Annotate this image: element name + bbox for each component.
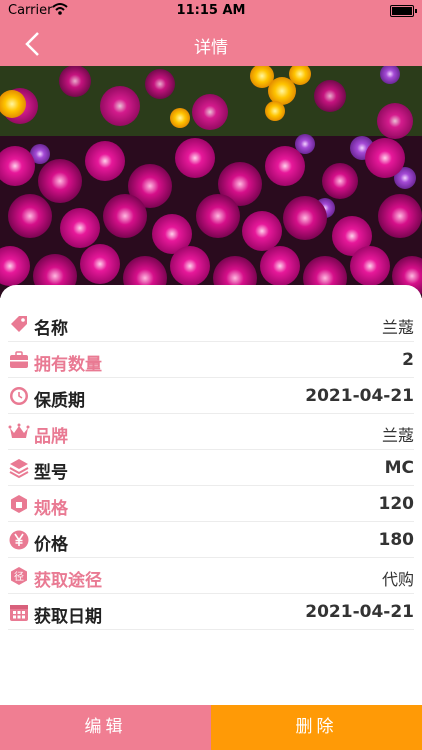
detail-row-price: 价格 180 <box>8 522 414 558</box>
detail-label: 品牌 <box>34 427 68 447</box>
detail-label: 价格 <box>34 535 68 555</box>
svg-text:径: 径 <box>14 570 24 583</box>
status-bar: Carrier 11:15 AM <box>0 0 422 22</box>
navigation-bar: 详情 <box>0 22 422 66</box>
flower-photo-illustration <box>0 66 422 298</box>
clock-icon <box>10 387 28 405</box>
detail-value: 兰蔻 <box>381 318 414 337</box>
page-title: 详情 <box>194 38 228 58</box>
detail-value: 2021-04-21 <box>305 386 414 406</box>
detail-label: 规格 <box>34 499 68 519</box>
detail-label: 获取日期 <box>34 607 102 627</box>
detail-label: 型号 <box>34 463 68 483</box>
detail-value: 2021-04-21 <box>305 602 414 622</box>
detail-value: 兰蔻 <box>381 426 414 445</box>
box-icon <box>11 495 27 513</box>
detail-label: 获取途径 <box>34 571 102 591</box>
detail-card: 名称 兰蔻 拥有数量 2 保质期 2021-04-21 品牌 兰蔻 型号 MC … <box>0 285 422 705</box>
detail-label: 保质期 <box>34 391 85 411</box>
detail-label: 名称 <box>34 319 68 339</box>
detail-label: 拥有数量 <box>34 355 102 375</box>
edit-button[interactable]: 编辑 <box>0 705 211 750</box>
briefcase-icon <box>10 351 28 368</box>
battery-icon <box>390 5 417 17</box>
detail-row-quantity: 拥有数量 2 <box>8 342 414 378</box>
calendar-icon <box>10 605 28 621</box>
detail-row-name: 名称 兰蔻 <box>8 306 414 342</box>
detail-row-acquired-date: 获取日期 2021-04-21 <box>8 594 414 630</box>
delete-button[interactable]: 删除 <box>211 705 422 750</box>
detail-value: 代购 <box>381 570 414 589</box>
detail-row-model: 型号 MC <box>8 450 414 486</box>
detail-row-brand: 品牌 兰蔻 <box>8 414 414 450</box>
detail-value: MC <box>384 458 414 478</box>
status-time: 11:15 AM <box>176 3 246 18</box>
detail-row-spec: 规格 120 <box>8 486 414 522</box>
action-bar: 编辑 删除 <box>0 705 422 750</box>
detail-value: 2 <box>402 350 414 370</box>
detail-row-shelf-life: 保质期 2021-04-21 <box>8 378 414 414</box>
tag-icon <box>11 316 27 332</box>
crown-icon <box>8 423 30 438</box>
detail-value: 180 <box>378 530 415 550</box>
layers-icon <box>9 459 29 479</box>
detail-value: 120 <box>378 494 415 514</box>
product-photo <box>0 66 422 298</box>
path-icon: 径 <box>11 567 27 585</box>
detail-row-source: 径 获取途径 代购 <box>8 558 414 594</box>
yen-icon <box>9 530 29 550</box>
